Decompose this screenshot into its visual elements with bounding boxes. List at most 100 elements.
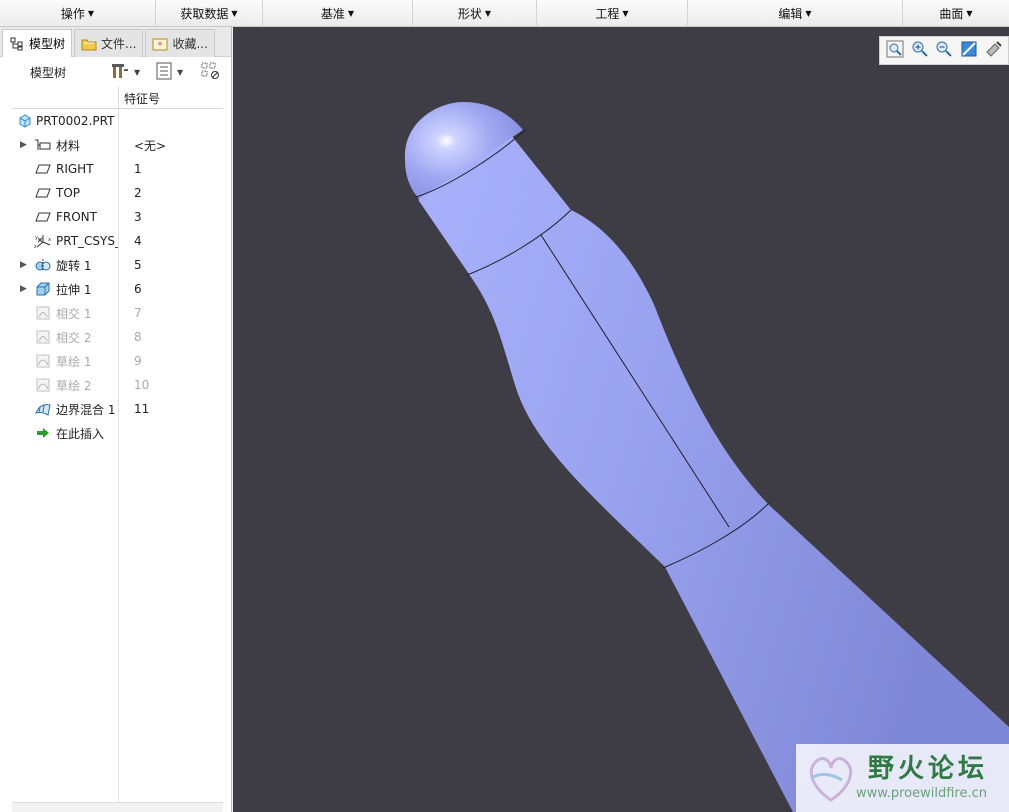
watermark-title: 野火论坛: [868, 754, 989, 784]
dropdown-arrow-icon: ▼: [87, 9, 95, 18]
extrude-icon: [34, 281, 52, 297]
ribbon-menubar: 操作 ▼ 获取数据 ▼ 基准 ▼ 形状 ▼ 工程 ▼ 编辑 ▼ 曲面 ▼: [0, 0, 1009, 27]
dropdown-arrow-icon: ▼: [134, 67, 141, 77]
tree-columns-icon: [155, 61, 173, 84]
tree-horizontal-scrollbar[interactable]: [12, 802, 223, 812]
menu-datum[interactable]: 基准 ▼: [263, 0, 413, 27]
tab-label: 收藏...: [172, 37, 208, 51]
tree-item-revolve-1[interactable]: ▶ 旋转 1 5: [12, 253, 223, 277]
navigator-tabs: 模型树 文件... * 收藏...: [0, 27, 231, 57]
menu-operations[interactable]: 操作 ▼: [0, 0, 156, 27]
tree-root-part[interactable]: PRT0002.PRT: [12, 109, 223, 133]
tree-filter-icon: [200, 61, 222, 84]
tree-item-label: FRONT: [56, 210, 97, 224]
intersect-icon: [34, 329, 52, 345]
dropdown-arrow-icon: ▼: [966, 9, 973, 18]
menu-engineering[interactable]: 工程 ▼: [537, 0, 688, 27]
expand-arrow-icon[interactable]: ▶: [20, 140, 30, 150]
dropdown-arrow-icon: ▼: [177, 67, 184, 77]
tree-item-boundary-blend-1[interactable]: 边界混合 1 11: [12, 397, 223, 421]
dropdown-arrow-icon: ▼: [622, 9, 629, 18]
display-style-button[interactable]: [983, 40, 1005, 62]
favorites-icon: *: [152, 36, 168, 52]
tree-item-right-plane[interactable]: RIGHT 1: [12, 157, 223, 181]
menu-label: 曲面: [939, 7, 964, 21]
tree-item-label: 边界混合 1: [56, 402, 116, 417]
feature-number: 8: [134, 330, 142, 344]
feature-number: 4: [134, 234, 142, 248]
tab-model-tree[interactable]: 模型树: [2, 29, 73, 57]
csys-icon: y x z: [34, 233, 52, 249]
feature-number: 3: [134, 210, 142, 224]
svg-text:*: *: [158, 41, 163, 51]
tree-item-extrude-1[interactable]: ▶ 拉伸 1 6: [12, 277, 223, 301]
part-icon: [16, 113, 34, 129]
tree-item-label: 拉伸 1: [56, 282, 92, 297]
column-header-feature-id[interactable]: 特征号: [118, 87, 223, 109]
refit-icon: [886, 40, 904, 61]
feature-number: 5: [134, 258, 142, 272]
watermark-url: www.proewildfire.cn: [856, 786, 987, 801]
tree-column-header: 特征号: [12, 87, 223, 109]
tree-toolbar: 模型树 ▼ ▼: [0, 57, 231, 87]
menu-label: 基准: [320, 7, 345, 21]
menu-get-data[interactable]: 获取数据 ▼: [156, 0, 263, 27]
sketch-icon: [34, 353, 52, 369]
menu-surfaces[interactable]: 曲面 ▼: [903, 0, 1009, 27]
menu-shapes[interactable]: 形状 ▼: [413, 0, 537, 27]
tree-item-label: 草绘 1: [56, 354, 92, 369]
insert-here-icon: [34, 425, 52, 441]
tree-root-label: PRT0002.PRT: [36, 114, 115, 128]
tree-settings-button[interactable]: ▼: [110, 62, 140, 82]
tree-filter-button[interactable]: [200, 62, 222, 82]
boundary-blend-icon: [34, 401, 52, 417]
expand-arrow-icon[interactable]: ▶: [20, 260, 30, 270]
tab-folder-browser[interactable]: 文件...: [74, 29, 144, 57]
zoom-out-icon: [935, 40, 953, 61]
zoom-in-button[interactable]: [909, 40, 931, 62]
tree-item-label: 在此插入: [56, 426, 105, 441]
repaint-button[interactable]: [958, 40, 980, 62]
tab-label: 模型树: [29, 37, 66, 51]
tree-item-sketch-1[interactable]: 草绘 1 9: [12, 349, 223, 373]
tree-item-label: TOP: [56, 186, 81, 200]
tree-item-intersect-2[interactable]: 相交 2 8: [12, 325, 223, 349]
expand-arrow-icon[interactable]: ▶: [20, 284, 30, 294]
feature-number: 7: [134, 306, 142, 320]
svg-text:z: z: [34, 244, 37, 249]
menu-label: 工程: [595, 7, 620, 21]
dropdown-arrow-icon: ▼: [347, 9, 355, 18]
folder-icon: [81, 36, 97, 52]
tree-item-sketch-2[interactable]: 草绘 2 10: [12, 373, 223, 397]
watermark-logo-icon: [809, 757, 853, 802]
graphics-viewport[interactable]: 野火论坛 www.proewildfire.cn: [233, 27, 1009, 812]
tree-item-insert-here[interactable]: 在此插入: [12, 421, 223, 445]
refit-button[interactable]: [884, 40, 906, 62]
repaint-icon: [960, 40, 978, 61]
zoom-in-icon: [911, 40, 929, 61]
tree-item-label: PRT_CSYS_: [56, 234, 118, 248]
datum-plane-icon: [34, 161, 52, 177]
dropdown-arrow-icon: ▼: [231, 9, 238, 18]
tree-item-label: 旋转 1: [56, 258, 92, 273]
tree-item-label: RIGHT: [56, 162, 94, 176]
feature-number: 9: [134, 354, 142, 368]
tree-item-intersect-1[interactable]: 相交 1 7: [12, 301, 223, 325]
zoom-out-button[interactable]: [934, 40, 956, 62]
svg-text:y: y: [35, 235, 38, 241]
tree-columns-button[interactable]: ▼: [155, 62, 183, 82]
part-model-render[interactable]: [233, 27, 1009, 812]
tree-item-front-plane[interactable]: FRONT 3: [12, 205, 223, 229]
sketch-icon: [34, 377, 52, 393]
tree-item-material[interactable]: ▶ 材料 <无>: [12, 133, 223, 157]
feature-number: 10: [134, 378, 150, 392]
menu-editing[interactable]: 编辑 ▼: [688, 0, 903, 27]
tree-item-csys[interactable]: y x z PRT_CSYS_ 4: [12, 229, 223, 253]
tab-favorites[interactable]: * 收藏...: [145, 29, 215, 57]
tree-item-label: 相交 1: [56, 306, 92, 321]
tree-item-top-plane[interactable]: TOP 2: [12, 181, 223, 205]
feature-number: 11: [134, 402, 150, 416]
datum-plane-icon: [34, 185, 52, 201]
menu-label: 操作: [60, 7, 85, 21]
menu-label: 形状: [457, 7, 482, 21]
